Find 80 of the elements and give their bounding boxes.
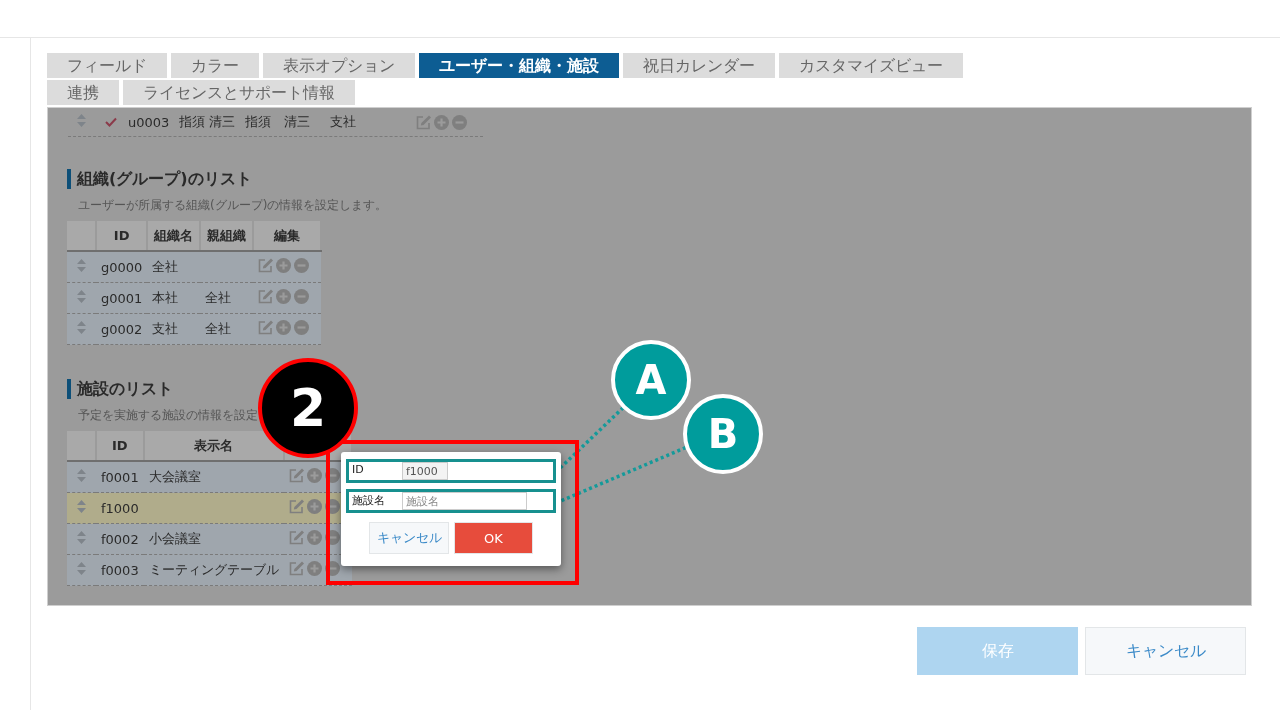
table-cell: 小会議室 bbox=[148, 531, 201, 546]
column-header: ID bbox=[96, 431, 144, 461]
add-icon[interactable] bbox=[276, 320, 292, 335]
add-icon[interactable] bbox=[306, 530, 322, 545]
edit-icon[interactable] bbox=[416, 114, 432, 130]
column-header: ID bbox=[96, 221, 148, 251]
table-cell: 指須 清三 bbox=[245, 113, 311, 131]
sort-handle-icon[interactable] bbox=[77, 321, 86, 334]
remove-icon[interactable] bbox=[324, 530, 340, 545]
column-header: 組織名 bbox=[147, 221, 201, 251]
remove-icon[interactable] bbox=[452, 114, 468, 130]
table-cell: 本社 bbox=[152, 290, 179, 305]
sort-handle-icon[interactable] bbox=[77, 500, 86, 513]
add-icon[interactable] bbox=[306, 468, 322, 483]
table-cell: 指須 清三 bbox=[179, 113, 236, 131]
input-field[interactable]: 施設名 bbox=[402, 492, 527, 510]
tab[interactable]: 表示オプション bbox=[263, 53, 415, 78]
column-header: 表示名 bbox=[143, 431, 284, 461]
sort-handle-icon[interactable] bbox=[77, 290, 86, 303]
remove-icon[interactable] bbox=[324, 499, 340, 514]
section-title: 組織(グループ)のリスト bbox=[67, 169, 1251, 189]
sort-handle-icon[interactable] bbox=[77, 562, 86, 575]
sort-handle-icon[interactable] bbox=[77, 531, 86, 544]
edit-icon[interactable] bbox=[288, 530, 304, 545]
edit-icon[interactable] bbox=[258, 289, 274, 304]
remove-icon[interactable] bbox=[294, 258, 310, 273]
remove-icon[interactable] bbox=[324, 468, 340, 483]
table-cell: ミーティングテーブル bbox=[148, 562, 279, 577]
table-cell: g0001 bbox=[101, 290, 143, 306]
section-description: ユーザーが所属する組織(グループ)の情報を設定します。 bbox=[78, 197, 389, 213]
table-cell: g0000 bbox=[101, 259, 143, 275]
cancel-button[interactable]: キャンセル bbox=[1085, 627, 1246, 675]
table-cell: 大会議室 bbox=[148, 469, 201, 484]
table-cell: u0003 bbox=[128, 114, 170, 130]
edit-icon[interactable] bbox=[288, 561, 304, 576]
table-cell: 支社 bbox=[330, 113, 357, 131]
tab[interactable]: フィールド bbox=[47, 53, 167, 78]
tab[interactable]: ライセンスとサポート情報 bbox=[123, 80, 355, 105]
tab[interactable]: カスタマイズビュー bbox=[779, 53, 963, 78]
add-icon[interactable] bbox=[276, 289, 292, 304]
table-cell: 全社 bbox=[152, 259, 179, 274]
tab[interactable]: ユーザー・組織・施設 bbox=[419, 53, 619, 78]
input-field[interactable]: f1000 bbox=[402, 462, 448, 480]
add-icon[interactable] bbox=[306, 499, 322, 514]
tab[interactable]: 祝日カレンダー bbox=[623, 53, 775, 78]
tab[interactable]: 連携 bbox=[47, 80, 119, 105]
field-label: ID bbox=[351, 463, 365, 476]
column-header: 編集 bbox=[253, 221, 322, 251]
table-row[interactable]: f0003 ミーティングテーブル bbox=[67, 554, 352, 586]
section-description: 予定を実施する施設の情報を設定 bbox=[78, 408, 258, 422]
cancel-button[interactable]: キャンセル bbox=[369, 522, 449, 554]
table-cell: f0002 bbox=[101, 531, 139, 547]
table-cell: 全社 bbox=[205, 290, 232, 305]
table-cell: 全社 bbox=[205, 321, 232, 336]
table-cell: f0001 bbox=[101, 469, 139, 485]
table-cell: f1000 bbox=[101, 500, 139, 516]
add-icon[interactable] bbox=[434, 114, 450, 130]
table-cell: 支社 bbox=[152, 321, 179, 336]
column-header: 親組織 bbox=[200, 221, 254, 251]
ok-button[interactable]: OK bbox=[454, 522, 533, 554]
table-row[interactable]: f1000 bbox=[67, 492, 352, 524]
add-icon[interactable] bbox=[306, 561, 322, 576]
table-row[interactable]: f0001 大会議室 bbox=[67, 461, 352, 493]
field-label: 施設名 bbox=[351, 493, 386, 508]
checkmark-icon[interactable] bbox=[105, 116, 117, 127]
table-row[interactable]: f0002 小会議室 bbox=[67, 523, 352, 555]
edit-icon[interactable] bbox=[288, 468, 304, 483]
add-icon[interactable] bbox=[276, 258, 292, 273]
table-cell: g0002 bbox=[101, 321, 143, 337]
tab[interactable]: カラー bbox=[171, 53, 259, 78]
remove-icon[interactable] bbox=[294, 320, 310, 335]
remove-icon[interactable] bbox=[294, 289, 310, 304]
table-cell: f0003 bbox=[101, 562, 139, 578]
remove-icon[interactable] bbox=[324, 561, 340, 576]
sort-handle-icon[interactable] bbox=[77, 469, 86, 482]
edit-icon[interactable] bbox=[258, 258, 274, 273]
sort-handle-icon[interactable] bbox=[76, 114, 86, 127]
sort-handle-icon[interactable] bbox=[77, 259, 86, 272]
edit-icon[interactable] bbox=[288, 499, 304, 514]
edit-icon[interactable] bbox=[258, 320, 274, 335]
